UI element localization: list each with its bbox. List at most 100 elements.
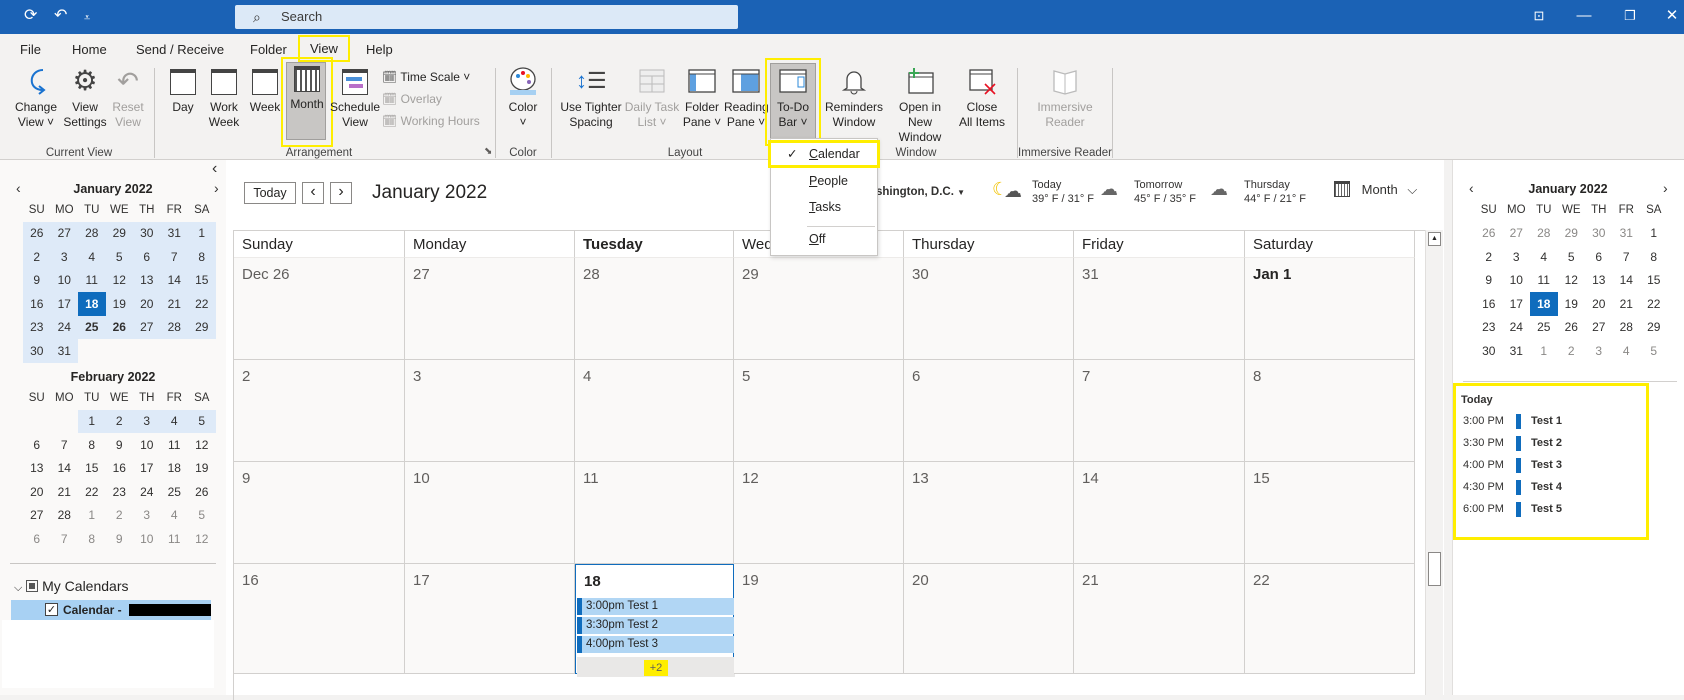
calendar-checkbox[interactable]: ✓ xyxy=(45,603,58,616)
day-cell[interactable]: 15 xyxy=(1245,462,1415,564)
mini-calendar-day[interactable]: 26 xyxy=(1475,222,1503,246)
restore-icon[interactable]: ❐ xyxy=(1618,6,1642,26)
mini-calendar-day[interactable]: 1 xyxy=(1530,339,1558,363)
mini-calendar-day[interactable]: 3 xyxy=(133,504,161,528)
coming-soon-icon[interactable]: ⊡ xyxy=(1527,6,1551,26)
day-cell[interactable]: 7 xyxy=(1074,360,1245,462)
mini-calendar-day[interactable]: 12 xyxy=(188,527,216,551)
mini-calendar-day[interactable]: 19 xyxy=(105,292,133,316)
mini-calendar-day[interactable]: 14 xyxy=(1613,269,1641,293)
day-cell[interactable]: 30 xyxy=(904,258,1074,360)
scroll-up-icon[interactable]: ▲ xyxy=(1428,232,1441,246)
menu-item-people[interactable]: People xyxy=(771,170,877,192)
mini-calendar-day[interactable]: 20 xyxy=(1585,292,1613,316)
mini-calendar-day[interactable]: 7 xyxy=(51,527,79,551)
mini-calendar-day[interactable]: 11 xyxy=(161,527,189,551)
mini-calendar-day[interactable]: 26 xyxy=(105,315,133,339)
day-cell[interactable]: 6 xyxy=(904,360,1074,462)
mini-calendar-day[interactable]: 11 xyxy=(1530,269,1558,293)
mini-calendar-day[interactable]: 23 xyxy=(1475,316,1503,340)
collapse-pane-icon[interactable]: ‹ xyxy=(212,160,217,178)
close-all-items-button[interactable]: Close All Items xyxy=(956,66,1008,130)
agenda-item[interactable]: 4:30 PM Test 4 xyxy=(1461,480,1631,499)
mini-calendar-day[interactable]: 21 xyxy=(51,480,79,504)
calendar-event[interactable]: 4:00pm Test 3 xyxy=(577,636,735,653)
view-selector[interactable]: Month ⌵ xyxy=(1334,181,1417,198)
vertical-scrollbar[interactable]: ▲ xyxy=(1425,230,1443,695)
mini-calendar-day[interactable]: 27 xyxy=(50,221,78,245)
mini-calendar-day[interactable]: 18 xyxy=(1530,292,1558,316)
menu-item-tasks[interactable]: Tasks xyxy=(771,196,877,218)
mini-calendar-day[interactable]: 19 xyxy=(188,457,216,481)
reset-view-button[interactable]: ↶ Reset View xyxy=(108,66,148,130)
mini-calendar-day[interactable]: 17 xyxy=(50,292,78,316)
mini-calendar-day[interactable]: 8 xyxy=(1640,245,1668,269)
my-calendars-group[interactable]: ⌵ My Calendars xyxy=(14,578,129,595)
mini-calendar-day[interactable]: 4 xyxy=(1530,245,1558,269)
mini-calendar-day[interactable]: 20 xyxy=(133,292,161,316)
folder-pane-button[interactable]: Folder Pane ˅ xyxy=(680,66,724,130)
location-selector[interactable]: shington, D.C. ▼ xyxy=(876,186,965,198)
mini-calendar-day[interactable]: 3 xyxy=(133,409,161,433)
mini-calendar-day[interactable]: 5 xyxy=(1640,339,1668,363)
mini-calendar-day[interactable]: 24 xyxy=(50,315,78,339)
mini-calendar-day[interactable]: 1 xyxy=(188,221,216,245)
mini-calendar-day[interactable]: 27 xyxy=(1585,316,1613,340)
calendar-event[interactable]: 3:30pm Test 2 xyxy=(577,617,735,634)
mini-calendar-day[interactable]: 31 xyxy=(160,221,188,245)
agenda-item[interactable]: 3:30 PM Test 2 xyxy=(1461,436,1631,455)
mini-calendar-day[interactable]: 7 xyxy=(160,245,188,269)
mini-calendar-day[interactable]: 30 xyxy=(133,221,161,245)
mini-calendar-day[interactable]: 30 xyxy=(1475,339,1503,363)
mini-calendar-day[interactable]: 13 xyxy=(23,457,51,481)
mini-calendar-day[interactable]: 5 xyxy=(1558,245,1586,269)
day-cell-today[interactable]: 18 3:00pm Test 1 3:30pm Test 2 4:00pm Test … xyxy=(575,564,735,677)
mini-calendar-day[interactable]: 11 xyxy=(78,268,106,292)
mini-calendar-day[interactable]: 22 xyxy=(1640,292,1668,316)
menu-item-calendar[interactable]: ✓ Calendar xyxy=(768,140,880,168)
time-scale-button[interactable]: 🗓 Time Scale ˅ xyxy=(382,68,470,86)
today-button[interactable]: Today xyxy=(244,182,296,204)
tighter-spacing-button[interactable]: ↕☰ Use Tighter Spacing xyxy=(560,66,622,130)
day-cell[interactable]: Jan 1 xyxy=(1245,258,1415,360)
mini-calendar-day[interactable]: 29 xyxy=(188,315,216,339)
day-cell[interactable]: 19 xyxy=(734,564,904,674)
todo-bar-button[interactable]: To-Do Bar ˅ xyxy=(765,58,821,146)
mini-calendar-day[interactable]: 26 xyxy=(23,221,51,245)
mini-calendar-day[interactable]: 15 xyxy=(188,268,216,292)
mini-calendar-day[interactable]: 17 xyxy=(133,457,161,481)
mini-calendar-day[interactable]: 23 xyxy=(106,480,134,504)
day-cell[interactable]: 8 xyxy=(1245,360,1415,462)
mini-calendar-day[interactable]: 1 xyxy=(1640,222,1668,246)
tab-home[interactable]: Home xyxy=(72,42,107,57)
mini-calendar-day[interactable]: 6 xyxy=(23,433,51,457)
day-cell[interactable]: 16 xyxy=(234,564,405,674)
mini-calendar-day[interactable]: 7 xyxy=(51,433,79,457)
search-input[interactable]: ⌕ Search xyxy=(235,5,738,29)
calendar-folder-item[interactable]: ✓ Calendar - xyxy=(11,600,211,620)
day-cell[interactable]: 10 xyxy=(405,462,575,564)
day-cell[interactable]: 17 xyxy=(405,564,575,674)
mini-calendar-day[interactable]: 27 xyxy=(133,315,161,339)
mini-calendar-day[interactable]: 10 xyxy=(133,527,161,551)
tab-send-receive[interactable]: Send / Receive xyxy=(136,42,224,57)
mini-calendar-day[interactable]: 18 xyxy=(78,292,106,316)
mini-calendar-day[interactable]: 11 xyxy=(161,433,189,457)
mini-calendar-day[interactable]: 19 xyxy=(1558,292,1586,316)
mini-calendar-day[interactable]: 28 xyxy=(160,315,188,339)
mini-calendar-day[interactable]: 14 xyxy=(160,268,188,292)
mini-calendar-day[interactable]: 2 xyxy=(105,409,133,433)
mini-calendar-day[interactable]: 10 xyxy=(133,433,161,457)
mini-calendar-day[interactable]: 20 xyxy=(23,480,51,504)
next-period-button[interactable]: › xyxy=(330,182,352,204)
minimize-icon[interactable]: — xyxy=(1572,6,1596,26)
day-cell[interactable]: 14 xyxy=(1074,462,1245,564)
month-view-button[interactable]: Month xyxy=(281,57,333,147)
week-view-button[interactable]: Week xyxy=(246,66,284,115)
mini-calendar-day[interactable]: 9 xyxy=(1475,269,1503,293)
mini-calendar-day[interactable]: 27 xyxy=(23,504,51,528)
mini-calendar-day[interactable]: 9 xyxy=(106,527,134,551)
tab-view[interactable]: View xyxy=(298,35,350,62)
mini-calendar-day[interactable]: 6 xyxy=(1585,245,1613,269)
mini-calendar-day[interactable]: 2 xyxy=(23,245,51,269)
